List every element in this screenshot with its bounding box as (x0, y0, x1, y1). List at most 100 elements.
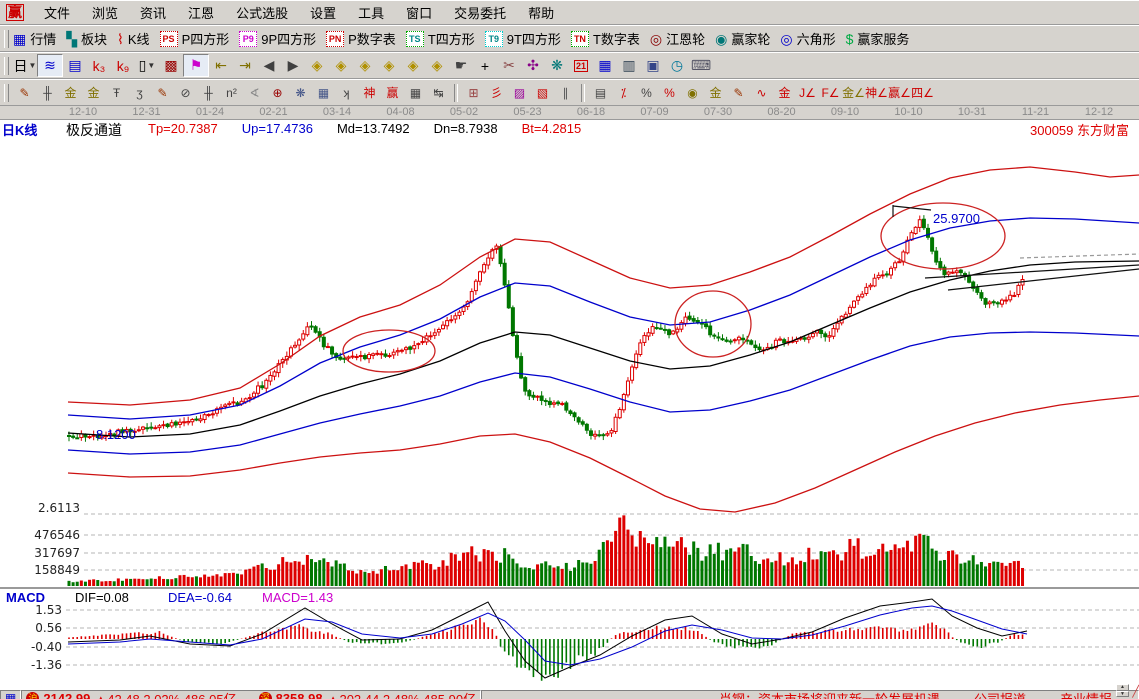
tool-expand-both[interactable]: ◈ (353, 55, 377, 76)
news-link-industry[interactable]: 产业情报 (1060, 690, 1112, 699)
index-panel[interactable]: 沪 2142.99 ▲42.48 2.02% 486.05亿 深 8358.98… (21, 690, 481, 699)
status-grid-button[interactable]: ▦ (0, 690, 21, 699)
tool-calendar[interactable]: 21 (569, 55, 593, 76)
toolbar-button-kline[interactable]: ⌇K线 (117, 29, 150, 48)
draw-tool[interactable]: 彡 (485, 83, 508, 102)
tool-analyze[interactable]: ❋ (545, 55, 569, 76)
draw-tool[interactable]: % (635, 83, 658, 102)
menu-item[interactable]: 文件 (44, 3, 70, 22)
draw-tool[interactable]: ⊕ (266, 83, 289, 102)
draw-tool[interactable]: Ŧ (105, 83, 128, 102)
tool-gann-tool[interactable]: ✣ (521, 55, 545, 76)
tool-pattern[interactable]: ▩ (159, 55, 183, 76)
draw-tool[interactable]: ∥ (554, 83, 577, 102)
draw-tool[interactable]: ✎ (727, 83, 750, 102)
tool-period-daily[interactable]: 日▼ (13, 55, 37, 76)
draw-tool[interactable]: 赢 (381, 83, 404, 102)
draw-tool[interactable]: ⁒ (612, 83, 635, 102)
draw-tool[interactable]: ╫ (197, 83, 220, 102)
menu-item[interactable]: 设置 (310, 3, 336, 22)
tool-info-panel[interactable]: ▤ (63, 55, 87, 76)
tool-first-page[interactable]: ⇤ (209, 55, 233, 76)
toolbar-button-winner-service[interactable]: $赢家服务 (846, 29, 910, 48)
scroll-down-icon[interactable]: ▼ (1116, 691, 1129, 698)
draw-tool[interactable]: F∠ (819, 83, 842, 102)
draw-tool[interactable]: ✎ (13, 83, 36, 102)
news-ticker[interactable]: 肖钢：资本市场将迎来新一轮发展机遇 (719, 690, 940, 699)
tool-workstation[interactable]: ⌨ (689, 55, 713, 76)
tool-full-view[interactable]: ◈ (425, 55, 449, 76)
draw-tool[interactable]: 赢∠ (888, 83, 911, 102)
draw-tool[interactable]: ╫ (36, 83, 59, 102)
draw-tool[interactable]: 金 (82, 83, 105, 102)
tool-next[interactable]: ▶ (281, 55, 305, 76)
menu-item[interactable]: 帮助 (528, 3, 554, 22)
draw-tool[interactable]: ʒ (128, 83, 151, 102)
draw-tool[interactable]: ⊘ (174, 83, 197, 102)
toolbar-button-p-square[interactable]: PSP四方形 (160, 29, 230, 48)
draw-tool[interactable]: ⊞ (462, 83, 485, 102)
draw-tool[interactable]: ʞ (335, 83, 358, 102)
toolbar-button-quotes[interactable]: ▦行情 (13, 29, 56, 48)
draw-tool[interactable]: n² (220, 83, 243, 102)
tool-shrink-x[interactable]: ◈ (305, 55, 329, 76)
tool-expand-x[interactable]: ◈ (329, 55, 353, 76)
draw-tool[interactable]: 金∠ (842, 83, 865, 102)
toolbar-handle[interactable] (4, 84, 9, 102)
tool-prev[interactable]: ◀ (257, 55, 281, 76)
toolbar-handle[interactable] (4, 30, 9, 48)
toolbar-button-t-square[interactable]: TST四方形 (406, 29, 475, 48)
draw-tool[interactable]: 金 (59, 83, 82, 102)
draw-tool[interactable]: ▧ (531, 83, 554, 102)
tool-hand[interactable]: ☛ (449, 55, 473, 76)
tool-flag[interactable]: ⚑ (183, 54, 209, 77)
dropdown-arrow-icon[interactable]: ▼ (147, 61, 155, 70)
menu-item[interactable]: 浏览 (92, 3, 118, 22)
draw-tool[interactable]: 四∠ (911, 83, 934, 102)
tool-crosshair[interactable]: + (473, 55, 497, 76)
tool-compress[interactable]: ◈ (377, 55, 401, 76)
toolbar-handle[interactable] (4, 57, 9, 75)
draw-tool[interactable]: ▤ (589, 83, 612, 102)
toolbar-button-hexagon[interactable]: ◎六角形 (780, 29, 835, 48)
draw-tool[interactable]: ◉ (681, 83, 704, 102)
tool-expand-all[interactable]: ◈ (401, 55, 425, 76)
tool-world-clock[interactable]: ◷ (665, 55, 689, 76)
toolbar-button-gann-wheel[interactable]: ◎江恩轮 (650, 29, 705, 48)
tool-cut[interactable]: ✂ (497, 55, 521, 76)
toolbar-button-t-digits[interactable]: TNT数字表 (571, 29, 640, 48)
draw-tool[interactable]: ∢ (243, 83, 266, 102)
toolbar-button-sectors[interactable]: ▚板块 (66, 29, 107, 48)
tool-kchart-9[interactable]: k₉ (111, 55, 135, 76)
tool-candle-style[interactable]: ▯▼ (135, 55, 159, 76)
menu-item[interactable]: 资讯 (140, 3, 166, 22)
draw-tool[interactable]: 金 (773, 83, 796, 102)
menu-item[interactable]: 工具 (358, 3, 384, 22)
period-label[interactable]: 日K线 (2, 120, 37, 139)
menu-item[interactable]: 江恩 (188, 3, 214, 22)
tool-calculator[interactable]: ▦ (593, 55, 617, 76)
draw-tool[interactable]: % (658, 83, 681, 102)
tool-save[interactable]: ▣ (641, 55, 665, 76)
news-link-company[interactable]: 公司报道 (974, 690, 1026, 699)
menu-item[interactable]: 交易委托 (454, 3, 506, 22)
news-scroll-spinner[interactable]: ▲▼ (1116, 684, 1129, 697)
menu-item[interactable]: 公式选股 (236, 3, 288, 22)
toolbar-button-9p-square[interactable]: P99P四方形 (239, 29, 316, 48)
draw-tool[interactable]: ▦ (312, 83, 335, 102)
menu-item[interactable]: 窗口 (406, 3, 432, 22)
tool-notes[interactable]: ▥ (617, 55, 641, 76)
draw-tool[interactable]: ✎ (151, 83, 174, 102)
draw-tool[interactable]: 神∠ (865, 83, 888, 102)
draw-tool[interactable]: ❋ (289, 83, 312, 102)
toolbar-button-winner-wheel[interactable]: ◉赢家轮 (715, 29, 770, 48)
tool-last-page[interactable]: ⇥ (233, 55, 257, 76)
tool-chart-style[interactable]: ≋ (37, 54, 63, 77)
draw-tool[interactable]: ∿ (750, 83, 773, 102)
draw-tool[interactable]: ↹ (427, 83, 450, 102)
draw-tool[interactable]: 金 (704, 83, 727, 102)
toolbar-button-p-digits[interactable]: PNP数字表 (326, 29, 396, 48)
draw-tool[interactable]: ▦ (404, 83, 427, 102)
toolbar-button-9t-square[interactable]: T99T四方形 (485, 29, 561, 48)
draw-tool[interactable]: J∠ (796, 83, 819, 102)
